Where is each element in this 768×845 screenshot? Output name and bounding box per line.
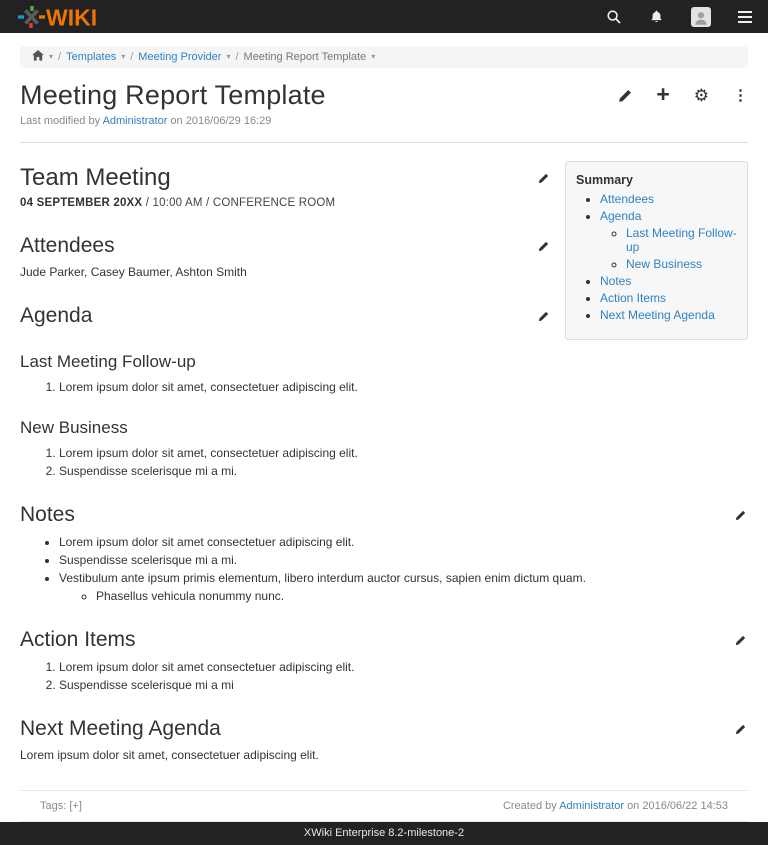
settings-button[interactable]: ⚙: [694, 87, 709, 104]
section-heading-agenda: Agenda: [20, 304, 92, 328]
section-heading-new-business: New Business: [20, 418, 748, 438]
header-actions: + ⚙ ⋮: [618, 85, 748, 106]
pencil-icon: [735, 635, 746, 646]
breadcrumb-home-caret[interactable]: ▾: [49, 53, 53, 61]
breadcrumb-item-templates[interactable]: Templates: [66, 51, 116, 63]
created-suffix: on 2016/06/22 14:53: [627, 800, 728, 812]
top-navbar: WIKI: [0, 0, 768, 33]
section-heading-action-items: Action Items: [20, 628, 136, 652]
notifications-button[interactable]: [649, 9, 664, 25]
pencil-icon: [735, 724, 746, 735]
summary-link-agenda[interactable]: Agenda: [600, 209, 641, 223]
list-item: Lorem ipsum dolor sit amet consectetuer …: [59, 535, 748, 549]
pencil-icon: [538, 241, 549, 252]
document-content: Summary Attendees Agenda Last Meeting Fo…: [0, 143, 768, 822]
list-item: Phasellus vehicula nonummy nunc.: [96, 589, 748, 603]
section-heading-next-meeting-agenda: Next Meeting Agenda: [20, 717, 221, 741]
summary-link-next-meeting-agenda[interactable]: Next Meeting Agenda: [600, 308, 715, 322]
next-meeting-text: Lorem ipsum dolor sit amet, consectetuer…: [20, 748, 748, 762]
home-icon: [32, 50, 44, 61]
edit-section-team-meeting-button[interactable]: [536, 171, 551, 186]
search-icon: [606, 9, 622, 25]
list-item: Notes: [600, 274, 739, 288]
list-item: Suspendisse scelerisque mi a mi.: [59, 464, 748, 478]
list-item: Lorem ipsum dolor sit amet, consectetuer…: [59, 446, 748, 460]
meta-prefix: Last modified by: [20, 115, 100, 127]
summary-title: Summary: [576, 173, 739, 187]
bell-icon: [649, 9, 664, 25]
tags-area: Tags: [+]: [40, 800, 82, 812]
list-item: New Business: [626, 257, 739, 271]
brand-text: WIKI: [46, 4, 97, 30]
breadcrumb-home-link[interactable]: [32, 50, 44, 64]
pencil-icon: [538, 311, 549, 322]
pencil-icon: [618, 89, 632, 103]
created-user-link[interactable]: Administrator: [559, 800, 624, 812]
breadcrumb-item-meeting-provider[interactable]: Meeting Provider: [138, 51, 221, 63]
add-tag-button[interactable]: [+]: [69, 800, 82, 812]
section-heading-notes: Notes: [20, 503, 75, 527]
list-item: Lorem ipsum dolor sit amet consectetuer …: [59, 660, 748, 674]
more-actions-button[interactable]: ⋮: [733, 88, 748, 103]
breadcrumb-current-caret[interactable]: ▾: [371, 53, 375, 61]
created-prefix: Created by: [503, 800, 557, 812]
section-heading-attendees: Attendees: [20, 234, 115, 258]
version-text: XWiki Enterprise 8.2-milestone-2: [304, 827, 464, 839]
page-last-modified: Last modified by Administrator on 2016/0…: [20, 115, 748, 127]
xwiki-logo[interactable]: WIKI: [16, 4, 102, 30]
hamburger-icon: [738, 11, 752, 13]
created-by-line: Created by Administrator on 2016/06/22 1…: [503, 800, 728, 812]
edit-section-notes-button[interactable]: [733, 508, 748, 523]
section-heading-last-meeting-follow-up: Last Meeting Follow-up: [20, 352, 748, 372]
page-title: Meeting Report Template: [20, 80, 326, 111]
breadcrumb-separator: /: [58, 51, 61, 63]
list-item: Suspendisse scelerisque mi a mi.: [59, 553, 748, 567]
summary-link-attendees[interactable]: Attendees: [600, 192, 654, 206]
user-menu-button[interactable]: [691, 7, 711, 27]
breadcrumb-templates-caret[interactable]: ▾: [121, 53, 125, 61]
breadcrumb-item-current: Meeting Report Template: [244, 51, 367, 63]
document-footer-bar: Tags: [+] Created by Administrator on 20…: [20, 790, 748, 822]
page-header: Meeting Report Template + ⚙ ⋮ Last modif…: [0, 68, 768, 127]
breadcrumb-separator: /: [235, 51, 238, 63]
section-heading-team-meeting: Team Meeting: [20, 164, 171, 192]
meta-suffix: on 2016/06/29 16:29: [170, 115, 271, 127]
last-modified-user-link[interactable]: Administrator: [103, 115, 168, 127]
breadcrumb: ▾ / Templates ▾ / Meeting Provider ▾ / M…: [20, 46, 748, 68]
edit-page-button[interactable]: [618, 89, 632, 103]
list-item: Attendees: [600, 192, 739, 206]
list-item: Suspendisse scelerisque mi a mi: [59, 678, 748, 692]
list-item: Vestibulum ante ipsum primis elementum, …: [59, 571, 748, 603]
user-icon: [692, 9, 710, 27]
summary-panel: Summary Attendees Agenda Last Meeting Fo…: [565, 161, 748, 340]
search-button[interactable]: [606, 9, 622, 25]
breadcrumb-separator: /: [130, 51, 133, 63]
edit-section-action-items-button[interactable]: [733, 633, 748, 648]
edit-section-agenda-button[interactable]: [536, 309, 551, 324]
list-item: Lorem ipsum dolor sit amet, consectetuer…: [59, 380, 748, 394]
breadcrumb-meeting-provider-caret[interactable]: ▾: [226, 53, 230, 61]
edit-section-next-meeting-agenda-button[interactable]: [733, 722, 748, 737]
version-footer: XWiki Enterprise 8.2-milestone-2: [0, 822, 768, 845]
list-item: Last Meeting Follow-up: [626, 226, 739, 254]
drawer-menu-button[interactable]: [738, 11, 752, 23]
pencil-icon: [538, 173, 549, 184]
list-item: Action Items: [600, 291, 739, 305]
edit-section-attendees-button[interactable]: [536, 239, 551, 254]
summary-link-action-items[interactable]: Action Items: [600, 291, 666, 305]
meeting-date: 04 SEPTEMBER 20XX: [20, 197, 142, 209]
tags-label: Tags:: [40, 800, 66, 812]
list-item: Agenda Last Meeting Follow-up New Busine…: [600, 209, 739, 271]
summary-link-last-meeting-follow-up[interactable]: Last Meeting Follow-up: [626, 226, 737, 254]
avatar: [691, 7, 711, 27]
pencil-icon: [735, 510, 746, 521]
summary-link-new-business[interactable]: New Business: [626, 257, 702, 271]
list-item: Next Meeting Agenda: [600, 308, 739, 322]
create-page-button[interactable]: +: [656, 83, 669, 106]
meeting-time-location: / 10:00 AM / CONFERENCE ROOM: [146, 197, 336, 209]
summary-link-notes[interactable]: Notes: [600, 274, 631, 288]
xwiki-logo-icon: WIKI: [16, 4, 102, 30]
